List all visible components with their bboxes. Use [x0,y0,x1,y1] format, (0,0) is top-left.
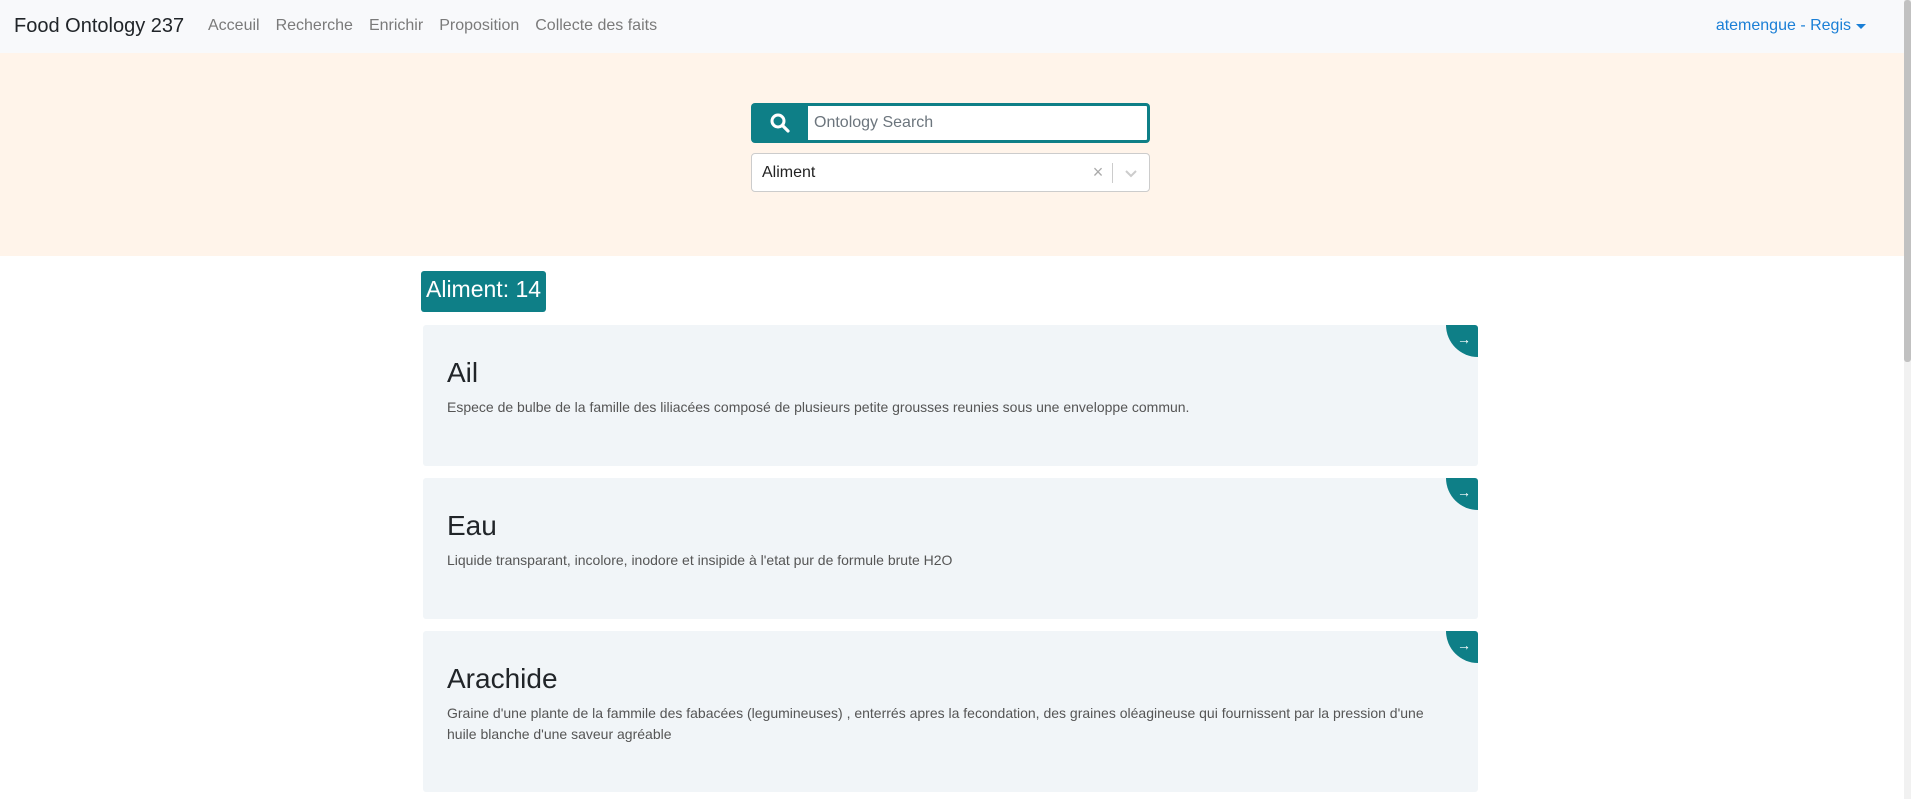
page-scrollbar[interactable] [1904,0,1911,799]
search-group [751,103,1150,143]
card-description: Espece de bulbe de la famille des liliac… [447,399,1190,415]
category-select-value: Aliment [762,163,816,181]
nav-link-enrichir[interactable]: Enrichir [369,17,423,35]
chevron-down-icon[interactable] [1113,166,1149,180]
nav-link-acceuil[interactable]: Acceuil [208,17,260,35]
card-description: Liquide transparant, incolore, inodore e… [447,552,953,568]
card-title: Eau [447,510,497,541]
arrow-right-icon[interactable]: → [1446,478,1478,510]
result-count-badge: Aliment: 14 [421,271,547,312]
brand-title[interactable]: Food Ontology 237 [14,15,184,38]
arrow-right-icon[interactable]: → [1446,631,1478,663]
user-name: atemengue - Regis [1715,17,1851,34]
result-card[interactable]: Arachide Graine d'une plante de la fammi… [423,631,1478,792]
result-card[interactable]: Ail Espece de bulbe de la famille des li… [423,325,1478,466]
card-title: Ail [447,357,479,388]
nav-link-proposition[interactable]: Proposition [439,17,519,35]
arrow-right-icon[interactable]: → [1446,325,1478,357]
user-dropdown[interactable]: atemengue - Regis [1716,17,1866,35]
top-navbar: Food Ontology 237 Acceuil Recherche Enri… [0,0,1904,53]
nav-links: Acceuil Recherche Enrichir Proposition C… [208,17,673,35]
search-icon [770,113,790,133]
caret-down-icon [1856,23,1866,29]
clear-icon[interactable]: × [1084,162,1112,183]
search-button[interactable] [751,103,808,143]
result-card[interactable]: Eau Liquide transparant, incolore, inodo… [423,478,1478,619]
card-description: Graine d'une plante de la fammile des fa… [447,705,1424,742]
search-input[interactable] [808,103,1150,143]
nav-link-recherche[interactable]: Recherche [276,17,353,35]
category-select[interactable]: Aliment × [751,153,1150,192]
nav-link-collecte[interactable]: Collecte des faits [535,17,657,35]
scrollbar-thumb[interactable] [1904,0,1911,362]
card-title: Arachide [447,663,558,694]
